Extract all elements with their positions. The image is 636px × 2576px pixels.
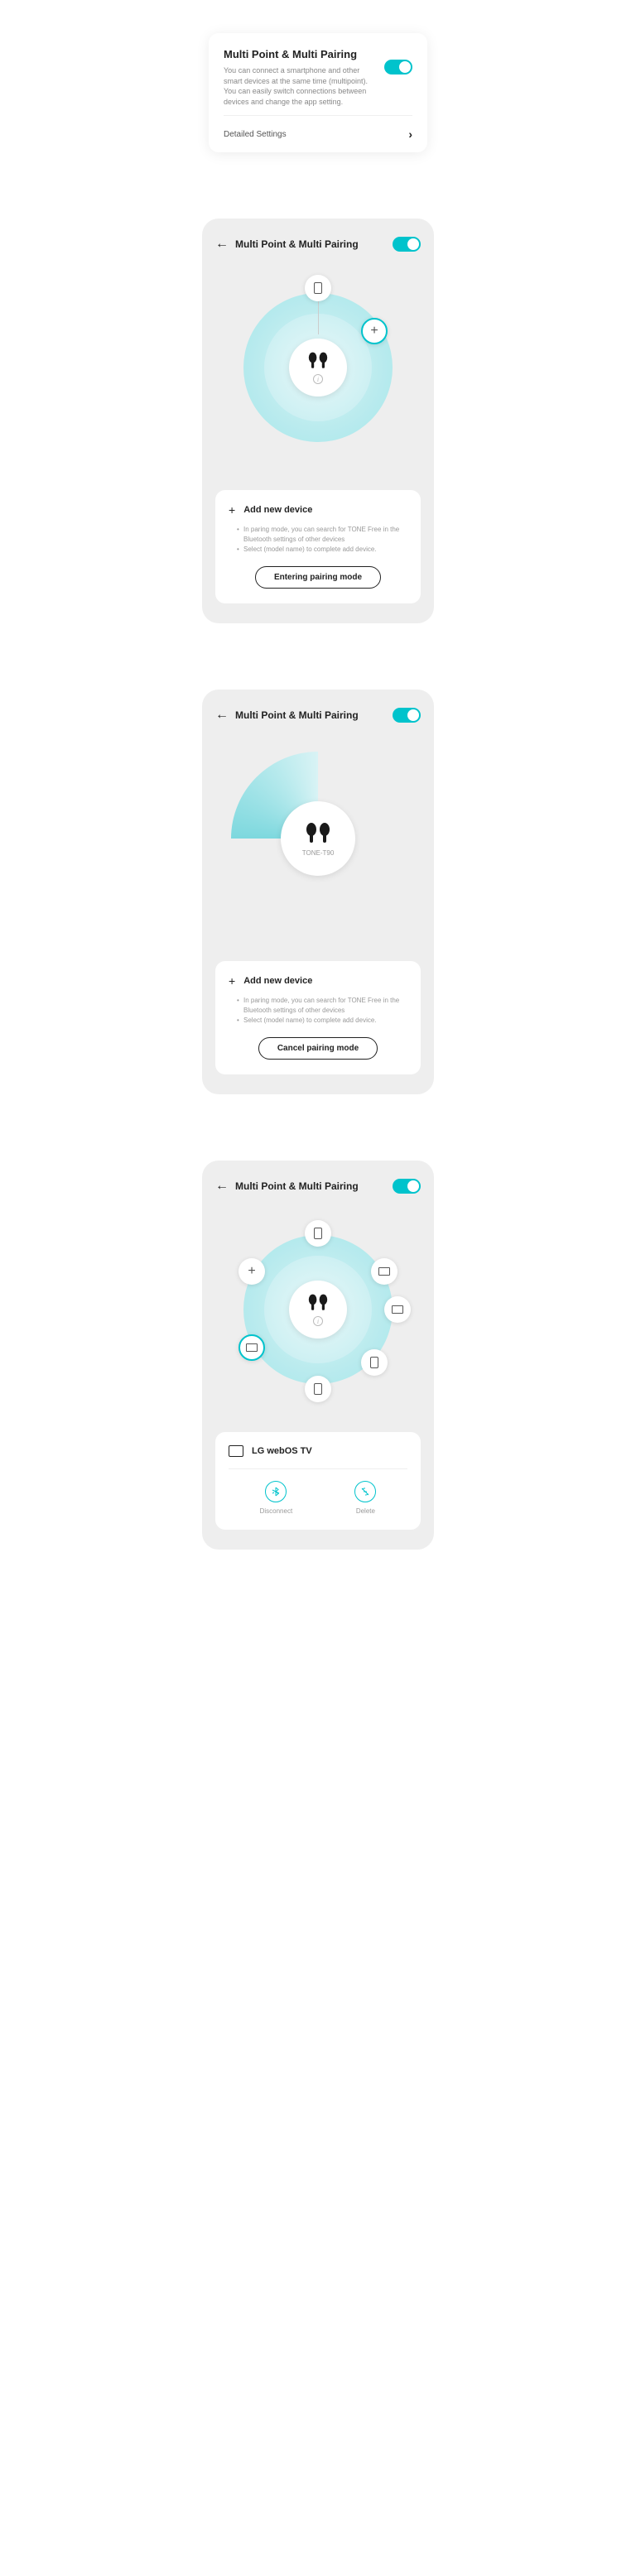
device-phone-slot[interactable] — [305, 1376, 331, 1402]
cancel-pairing-button[interactable]: Cancel pairing mode — [258, 1037, 378, 1060]
delete-button[interactable]: Delete — [354, 1481, 376, 1515]
earbuds-icon — [301, 821, 335, 846]
screen-connected: ← Multi Point & Multi Pairing + i LG web… — [202, 1161, 434, 1550]
detailed-settings-row[interactable]: Detailed Settings › — [224, 115, 412, 152]
screen-initial: ← Multi Point & Multi Pairing + i + Add … — [202, 219, 434, 623]
back-button[interactable]: ← — [215, 237, 229, 252]
delete-label: Delete — [356, 1507, 375, 1515]
multipoint-toggle[interactable] — [393, 1179, 421, 1194]
disconnect-button[interactable]: Disconnect — [260, 1481, 293, 1515]
phone-icon — [370, 1357, 378, 1368]
screen-pairing: ← Multi Point & Multi Pairing TONE-T90 +… — [202, 690, 434, 1094]
multipoint-toggle[interactable] — [384, 60, 412, 74]
device-phone-slot[interactable] — [305, 1220, 331, 1247]
tv-icon — [246, 1343, 258, 1352]
device-visualization: + i — [215, 1210, 421, 1409]
plus-icon: + — [229, 974, 235, 988]
enter-pairing-button[interactable]: Entering pairing mode — [255, 566, 381, 589]
detailed-settings-label: Detailed Settings — [224, 130, 287, 139]
page-title: Multi Point & Multi Pairing — [235, 709, 386, 721]
add-device-panel: + Add new device In paring mode, you can… — [215, 490, 421, 603]
multipoint-toggle[interactable] — [393, 237, 421, 252]
device-tv-slot[interactable] — [371, 1258, 398, 1285]
disconnect-label: Disconnect — [260, 1507, 293, 1515]
panel-title: Add new device — [243, 505, 312, 515]
panel-title: Add new device — [243, 976, 312, 986]
plus-icon: + — [248, 1264, 255, 1279]
unlink-icon — [354, 1481, 376, 1502]
info-icon[interactable]: i — [313, 374, 323, 384]
earbuds-center[interactable]: i — [289, 339, 347, 396]
phone-icon — [314, 1383, 322, 1395]
earbuds-icon — [305, 1293, 331, 1313]
add-device-panel: + Add new device In paring mode, you can… — [215, 961, 421, 1074]
list-item: In paring mode, you can search for TONE … — [237, 525, 407, 545]
list-item: In paring mode, you can search for TONE … — [237, 996, 407, 1016]
tv-icon — [378, 1267, 390, 1276]
list-item: Select (model name) to complete add devi… — [237, 545, 407, 555]
chevron-right-icon: › — [408, 127, 412, 141]
back-button[interactable]: ← — [215, 708, 229, 723]
selected-device-name: LG webOS TV — [252, 1446, 312, 1456]
back-button[interactable]: ← — [215, 1179, 229, 1194]
settings-card: Multi Point & Multi Pairing You can conn… — [209, 33, 427, 152]
bluetooth-off-icon — [265, 1481, 287, 1502]
instructions-list: In paring mode, you can search for TONE … — [229, 525, 407, 555]
tv-icon — [392, 1305, 403, 1314]
device-phone-slot[interactable] — [305, 275, 331, 301]
phone-icon — [314, 1228, 322, 1239]
device-phone-slot[interactable] — [361, 1349, 388, 1376]
device-model-label: TONE-T90 — [302, 849, 335, 857]
page-title: Multi Point & Multi Pairing — [235, 1180, 386, 1192]
plus-icon: + — [370, 324, 378, 339]
earbuds-center[interactable]: i — [289, 1281, 347, 1338]
multipoint-toggle[interactable] — [393, 708, 421, 723]
card-title: Multi Point & Multi Pairing — [224, 48, 374, 60]
earbuds-center[interactable]: TONE-T90 — [281, 801, 355, 876]
card-description: You can connect a smartphone and other s… — [224, 65, 374, 107]
list-item: Select (model name) to complete add devi… — [237, 1016, 407, 1026]
info-icon[interactable]: i — [313, 1316, 323, 1326]
device-visualization: + i — [215, 268, 421, 467]
device-visualization: TONE-T90 — [215, 739, 421, 938]
instructions-list: In paring mode, you can search for TONE … — [229, 996, 407, 1026]
plus-icon: + — [229, 503, 235, 517]
earbuds-icon — [305, 351, 331, 371]
phone-icon — [314, 282, 322, 294]
tv-icon — [229, 1445, 243, 1457]
page-title: Multi Point & Multi Pairing — [235, 238, 386, 250]
device-tv-slot[interactable] — [384, 1296, 411, 1323]
device-detail-panel: LG webOS TV Disconnect Delete — [215, 1432, 421, 1530]
